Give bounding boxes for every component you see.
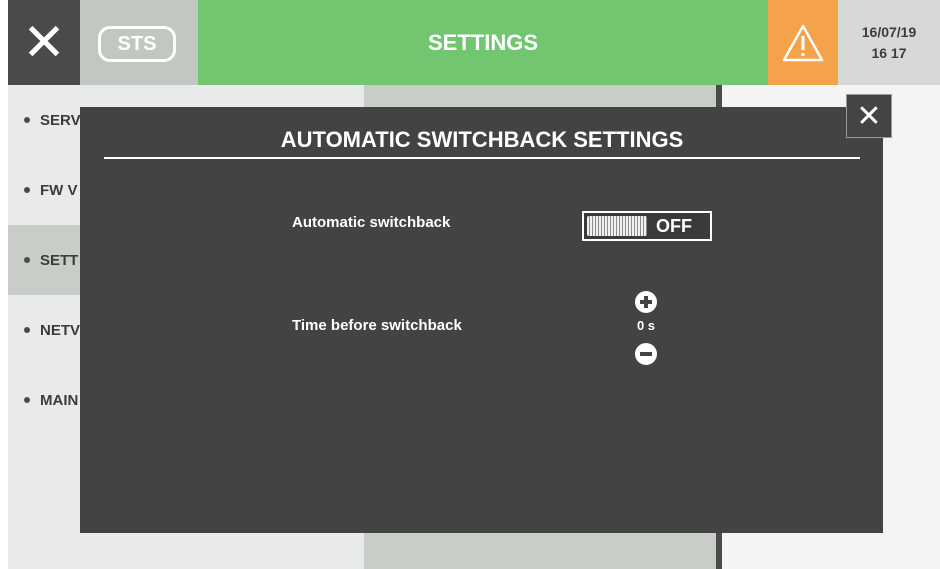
dialog-title: AUTOMATIC SWITCHBACK SETTINGS (280, 127, 684, 152)
warning-triangle-icon (782, 24, 824, 61)
sts-button[interactable]: STS (98, 26, 176, 62)
plus-circle-icon-stem (644, 296, 648, 308)
sidebar-item-label: FW V (40, 181, 78, 199)
bullet-icon (24, 117, 30, 123)
switchback-settings-dialog (80, 107, 883, 533)
toggle-state-label: OFF (656, 216, 692, 236)
close-icon: ✕ (22, 13, 66, 72)
time-value: 0 s (636, 318, 656, 333)
minus-circle-icon (640, 352, 652, 356)
sidebar-item-label: SETT (40, 251, 79, 269)
date-label: 16/07/19 (861, 23, 917, 40)
alarm-button[interactable] (768, 0, 838, 85)
bullet-icon (24, 327, 30, 333)
increment-button[interactable] (635, 291, 657, 313)
bullet-icon (24, 187, 30, 193)
automatic-switchback-toggle[interactable]: OFF (582, 211, 712, 241)
decrement-button[interactable] (635, 343, 657, 365)
bullet-icon (24, 257, 30, 263)
time-label: 16 17 (871, 44, 907, 61)
automatic-switchback-label: Automatic switchback (292, 214, 451, 231)
toggle-knob[interactable] (587, 216, 647, 236)
sidebar-item-label: SERV (40, 111, 81, 129)
datetime: 16/07/19 16 17 (838, 0, 940, 85)
time-before-switchback-label: Time before switchback (292, 317, 462, 334)
sidebar-item-label: MAIN (40, 391, 79, 409)
sidebar-item-label: NETV (40, 321, 81, 339)
close-icon: ✕ (856, 99, 882, 133)
page-title: SETTINGS (198, 0, 768, 85)
close-button[interactable]: ✕ (8, 0, 80, 85)
title-divider (104, 157, 860, 159)
sts-area: STS (80, 0, 198, 85)
bullet-icon (24, 397, 30, 403)
top-bar: ✕ STS SETTINGS 16/07/19 16 17 (8, 0, 940, 85)
